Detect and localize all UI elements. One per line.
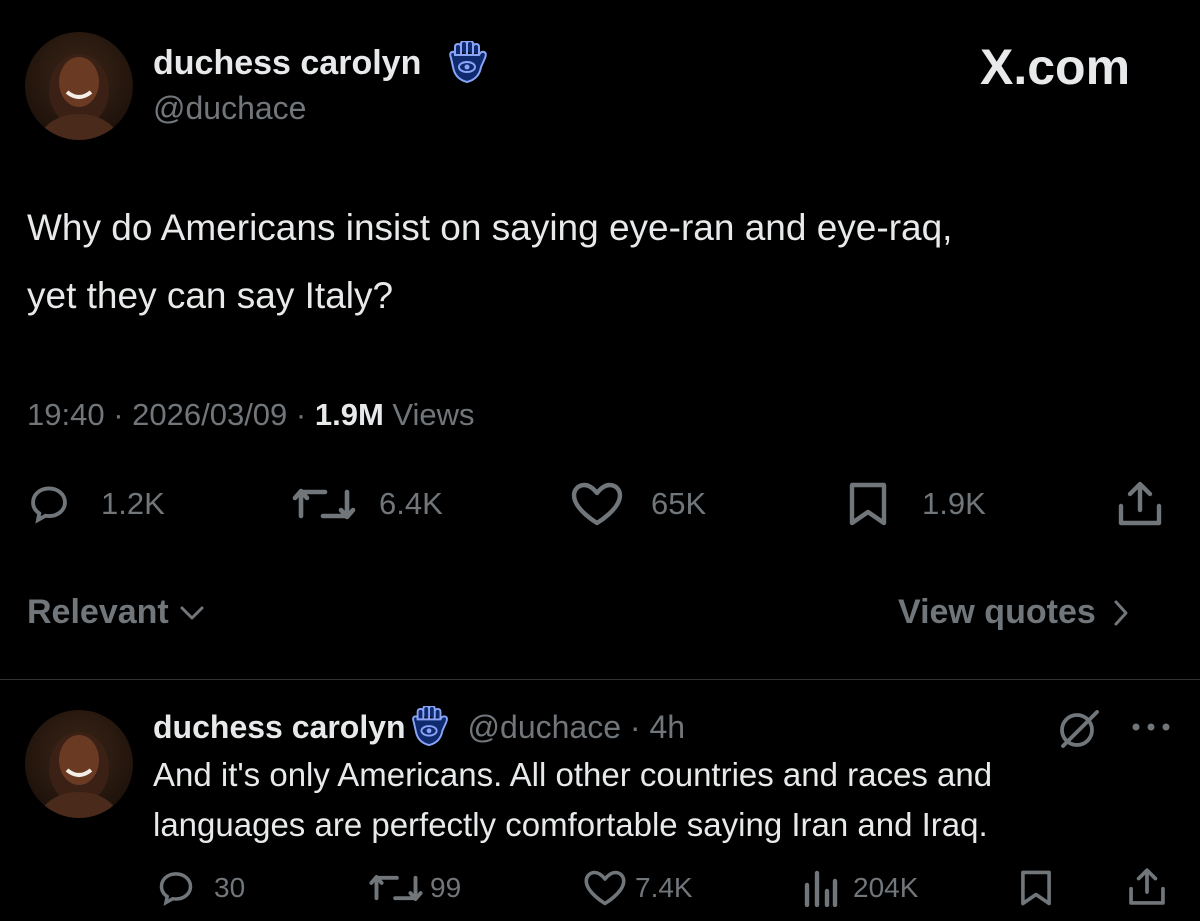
sort-label: Relevant <box>27 593 169 631</box>
reply-views-button[interactable]: 204K <box>803 868 918 908</box>
reply-repost-count: 99 <box>430 872 462 903</box>
share-icon[interactable] <box>1126 866 1168 908</box>
post-author-name[interactable]: duchess carolyn <box>153 44 421 83</box>
meta-separator: · <box>287 397 315 432</box>
repost-button[interactable]: 6.4K <box>291 481 443 527</box>
repost-icon <box>291 482 357 526</box>
post-text-line-1: Why do Americans insist on saying eye-ra… <box>27 207 953 248</box>
views-label <box>384 397 393 433</box>
view-quotes-link[interactable]: View quotes <box>898 593 1130 632</box>
share-button[interactable] <box>1115 480 1165 528</box>
like-button[interactable]: 65K <box>570 481 706 527</box>
reply-icon <box>27 482 71 526</box>
share-icon <box>1115 480 1165 528</box>
reply-author-name[interactable]: duchess carolyn <box>153 709 406 746</box>
bookmark-icon <box>846 481 890 527</box>
grok-icon[interactable] <box>1057 708 1101 750</box>
hamsa-icon <box>410 706 450 748</box>
post-author-handle[interactable]: @duchace <box>153 90 306 127</box>
post-text-line-2: yet they can say Italy? <box>27 275 394 316</box>
view-quotes-label: View quotes <box>898 593 1096 631</box>
reply-author-avatar[interactable] <box>25 710 133 818</box>
reply-count: 1.2K <box>101 486 165 521</box>
reply-repost-button[interactable]: 99 <box>368 868 461 908</box>
repost-icon <box>368 869 424 907</box>
post-meta: 19:40 · 2026/03/09 · 1.9M Views <box>27 397 475 433</box>
views-count: 1.9M <box>314 397 384 432</box>
bookmark-count: 1.9K <box>922 486 986 521</box>
meta-separator: · <box>104 397 133 432</box>
meta-separator: · <box>621 708 650 745</box>
chevron-right-icon <box>1112 599 1130 627</box>
divider <box>0 679 1200 680</box>
post-author-avatar[interactable] <box>25 32 133 140</box>
reply-author-handle[interactable]: @duchace <box>468 709 621 746</box>
sort-dropdown[interactable]: Relevant <box>27 593 205 632</box>
like-count: 65K <box>651 486 707 521</box>
analytics-icon <box>803 869 839 907</box>
views-label-text: Views <box>392 397 475 432</box>
repost-count: 6.4K <box>379 486 443 521</box>
chevron-down-icon <box>179 604 205 622</box>
reply-header: duchess carolyn @duchace · 4h <box>153 706 685 748</box>
reply-text-line-1: And it's only Americans. All other count… <box>153 756 993 793</box>
heart-icon <box>570 481 624 527</box>
reply-button[interactable]: 1.2K <box>27 481 165 527</box>
more-options-icon[interactable] <box>1131 722 1171 732</box>
heart-icon <box>583 869 627 907</box>
reply-reply-count: 30 <box>214 872 246 903</box>
reply-views-count: 204K <box>853 872 919 903</box>
reply-age[interactable]: 4h <box>649 709 685 746</box>
bookmark-icon[interactable] <box>1018 868 1054 908</box>
post-date[interactable]: 2026/03/09 <box>132 397 287 433</box>
post-time[interactable]: 19:40 <box>27 397 105 433</box>
hamsa-icon <box>447 41 489 85</box>
reply-icon <box>156 868 196 908</box>
site-logo: X.com <box>980 39 1131 95</box>
reply-like-button[interactable]: 7.4K <box>583 868 693 908</box>
bookmark-button[interactable]: 1.9K <box>846 481 986 527</box>
reply-text-line-2: languages are perfectly comfortable sayi… <box>153 806 988 843</box>
reply-reply-button[interactable]: 30 <box>156 868 245 908</box>
reply-like-count: 7.4K <box>635 872 693 903</box>
